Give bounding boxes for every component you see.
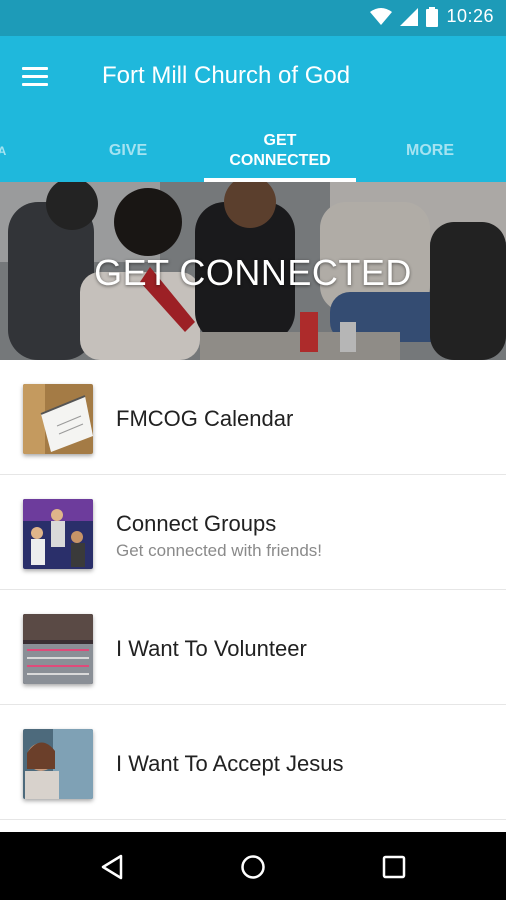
recents-button[interactable] [374, 850, 414, 884]
tab-more[interactable]: MORE [370, 120, 490, 182]
tab-label: GET CONNECTED [229, 132, 331, 169]
app-bar: Fort Mill Church of God A GIVE GET CONNE… [0, 36, 506, 182]
tab-give[interactable]: GIVE [68, 120, 188, 182]
menu-icon-bar [22, 66, 48, 70]
back-button[interactable] [92, 850, 132, 884]
status-bar: 10:26 [0, 0, 506, 36]
menu-icon-bar [22, 74, 48, 78]
list-item-title: I Want To Volunteer [116, 636, 307, 661]
menu-icon-bar [22, 82, 48, 86]
tab-label: GIVE [108, 142, 148, 159]
list-item-subtitle: Get connected with friends! [116, 541, 323, 560]
tab-partial[interactable]: A [0, 120, 12, 182]
calendar-thumbnail [23, 384, 93, 454]
battery-icon [426, 6, 439, 27]
hero-banner: GET CONNECTED [0, 182, 506, 360]
list-item-connect-groups[interactable]: Connect Groups Get connected with friend… [0, 475, 506, 590]
connect-groups-thumbnail [23, 499, 93, 569]
accept-jesus-thumbnail [23, 729, 93, 799]
menu-button[interactable] [22, 60, 58, 92]
system-nav-bar [0, 832, 506, 900]
list-item-calendar[interactable]: FMCOG Calendar [0, 360, 506, 475]
tab-label: MORE [406, 142, 454, 159]
tab-bar: A GIVE GET CONNECTED MORE [0, 120, 506, 182]
status-time: 10:26 [446, 6, 494, 26]
list-item-title: Connect Groups [116, 511, 277, 536]
volunteer-thumbnail [23, 614, 93, 684]
app-title: Fort Mill Church of God [102, 62, 351, 89]
home-button[interactable] [233, 850, 273, 884]
back-icon [101, 854, 123, 880]
list-item-title: FMCOG Calendar [116, 406, 294, 431]
list-item-title: I Want To Accept Jesus [116, 751, 344, 776]
home-icon [241, 855, 265, 879]
list-item-volunteer[interactable]: I Want To Volunteer [0, 590, 506, 705]
signal-icon [400, 7, 419, 26]
status-icons: 10:26 [370, 6, 494, 27]
tab-label: A [0, 144, 7, 158]
wifi-icon [370, 7, 393, 25]
recents-icon [382, 855, 406, 879]
hero-title: GET CONNECTED [94, 252, 412, 293]
content-list: FMCOG Calendar Connect Groups Get connec… [0, 360, 506, 820]
tab-get-connected[interactable]: GET CONNECTED [204, 120, 356, 182]
list-item-accept-jesus[interactable]: I Want To Accept Jesus [0, 705, 506, 820]
